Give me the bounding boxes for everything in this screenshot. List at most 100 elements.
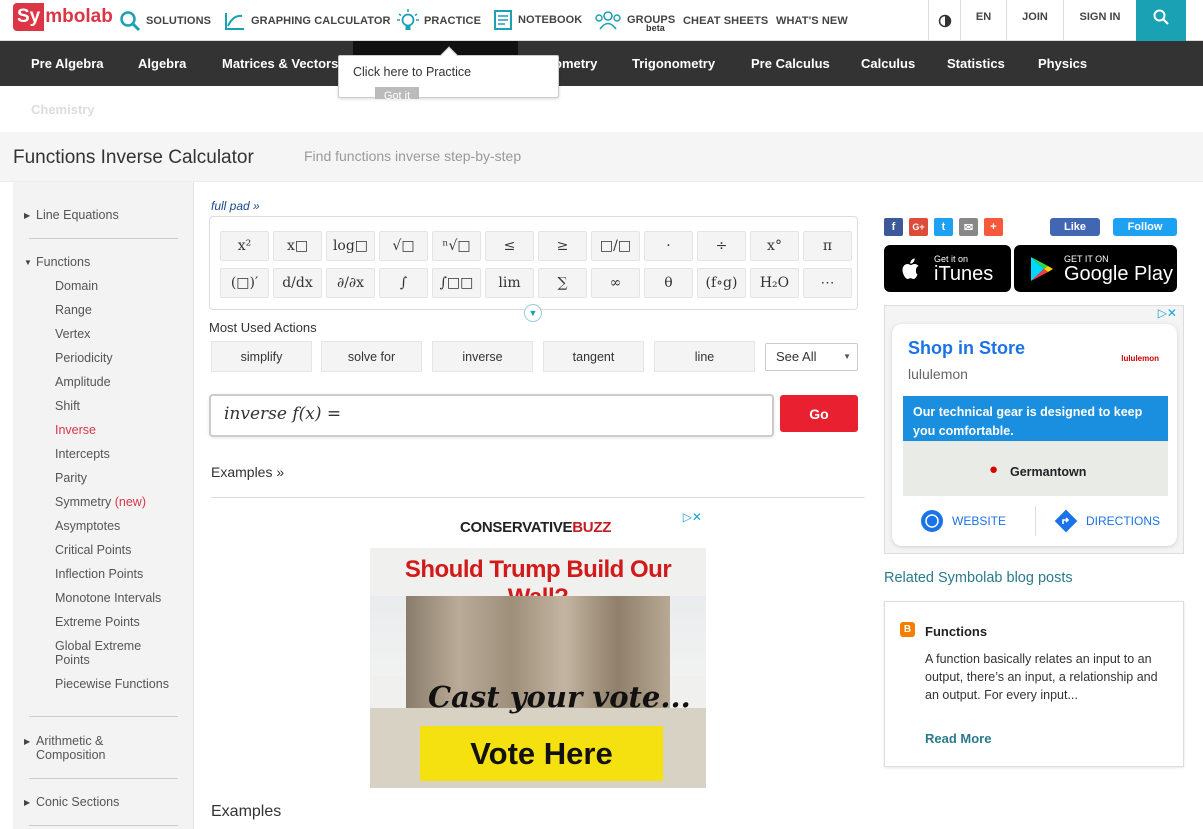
- keypad-key[interactable]: θ: [644, 268, 693, 298]
- nav-graphing-calculator[interactable]: GRAPHING CALCULATOR: [224, 0, 391, 41]
- keypad-key[interactable]: (□)′: [220, 268, 269, 298]
- sidebar-conic-sections[interactable]: ▶ Conic Sections: [24, 795, 119, 809]
- join-button[interactable]: JOIN: [1006, 0, 1063, 41]
- subject-statistics[interactable]: Statistics: [947, 41, 1005, 86]
- ad-choices-icon[interactable]: ▷✕: [683, 510, 702, 524]
- subject-algebra[interactable]: Algebra: [138, 41, 186, 86]
- contrast-toggle[interactable]: [928, 0, 960, 41]
- sidebar-item-periodicity[interactable]: Periodicity: [55, 351, 113, 365]
- keypad-key[interactable]: □/□: [591, 231, 640, 261]
- keypad-key[interactable]: ≥: [538, 231, 587, 261]
- see-all-dropdown[interactable]: See All ▼: [765, 343, 858, 371]
- keypad-key[interactable]: ∑: [538, 268, 587, 298]
- keypad-key[interactable]: ⋯: [803, 268, 852, 298]
- sidebar-item-intercepts[interactable]: Intercepts: [55, 447, 110, 461]
- keypad-key[interactable]: lim: [485, 268, 534, 298]
- nav-solutions[interactable]: SOLUTIONS: [119, 0, 211, 41]
- sign-in-button[interactable]: SIGN IN: [1063, 0, 1136, 41]
- keypad-key[interactable]: ·: [644, 231, 693, 261]
- action-line[interactable]: line: [654, 341, 755, 372]
- keypad-key[interactable]: ∫□□: [432, 268, 481, 298]
- sidebar-item-symmetry[interactable]: Symmetry (new): [55, 495, 146, 509]
- nav-notebook[interactable]: NOTEBOOK: [493, 0, 582, 40]
- sidebar-item-shift[interactable]: Shift: [55, 399, 80, 413]
- keypad-key[interactable]: (f∘g): [697, 268, 746, 298]
- keypad-key[interactable]: ∂/∂x: [326, 268, 375, 298]
- sidebar-arithmetic-line2: Composition: [36, 748, 106, 762]
- examples-link[interactable]: Examples »: [211, 464, 284, 480]
- keypad-key[interactable]: ≤: [485, 231, 534, 261]
- google-plus-share-icon[interactable]: G+: [909, 218, 928, 236]
- action-solve-for[interactable]: solve for: [321, 341, 422, 372]
- sidebar-advertisement[interactable]: ▷✕ Shop in Store lululemon lululemon Our…: [884, 305, 1184, 554]
- action-tangent[interactable]: tangent: [543, 341, 644, 372]
- twitter-share-icon[interactable]: t: [934, 218, 953, 236]
- sidebar-item-critical-points[interactable]: Critical Points: [55, 543, 131, 557]
- chevron-down-icon[interactable]: ▼: [524, 304, 542, 322]
- sidebar-item-extreme-points[interactable]: Extreme Points: [55, 615, 140, 629]
- sidebar-item-domain[interactable]: Domain: [55, 279, 98, 293]
- nav-practice[interactable]: PRACTICE: [397, 0, 481, 41]
- math-input-field[interactable]: inverse f(x) =: [209, 394, 774, 437]
- sidebar-item-parity[interactable]: Parity: [55, 471, 87, 485]
- sidebar-item-inflection-points[interactable]: Inflection Points: [55, 567, 143, 581]
- keypad-key[interactable]: √□: [379, 231, 428, 261]
- sidebar-item-monotone-intervals[interactable]: Monotone Intervals: [55, 591, 161, 605]
- nav-groups[interactable]: GROUPS beta: [594, 0, 675, 40]
- sidebar-item-vertex[interactable]: Vertex: [55, 327, 90, 341]
- ad-website-button[interactable]: WEBSITE: [920, 509, 1006, 533]
- subject-pre-algebra[interactable]: Pre Algebra: [31, 41, 104, 86]
- keypad-key[interactable]: ∫: [379, 268, 428, 298]
- keypad-key[interactable]: H₂O: [750, 268, 799, 298]
- advertisement-banner[interactable]: CONSERVATIVEBUZZ ▷✕ Should Trump Build O…: [370, 508, 706, 788]
- keypad-key[interactable]: ⁿ√□: [432, 231, 481, 261]
- keypad-key[interactable]: ∞: [591, 268, 640, 298]
- blog-title[interactable]: Functions: [925, 624, 987, 639]
- nav-cheat-sheets[interactable]: CHEAT SHEETS: [683, 0, 768, 41]
- symbolab-logo[interactable]: Sy mbolab: [13, 3, 113, 31]
- action-simplify[interactable]: simplify: [211, 341, 312, 372]
- keypad-key[interactable]: π: [803, 231, 852, 261]
- twitter-follow-button[interactable]: Follow: [1113, 218, 1177, 236]
- tooltip-got-it-button[interactable]: Got it: [375, 87, 419, 99]
- sidebar-item-asymptotes[interactable]: Asymptotes: [55, 519, 120, 533]
- facebook-share-icon[interactable]: f: [884, 218, 903, 236]
- sidebar-arithmetic-composition[interactable]: ▶ Arithmetic & Composition: [24, 734, 105, 762]
- action-inverse[interactable]: inverse: [432, 341, 533, 372]
- sidebar-item-inverse[interactable]: Inverse: [55, 423, 96, 437]
- subject-calculus[interactable]: Calculus: [861, 41, 915, 86]
- keypad-key[interactable]: d/dx: [273, 268, 322, 298]
- subject-pre-calculus[interactable]: Pre Calculus: [751, 41, 830, 86]
- google-play-badge[interactable]: GET IT ON Google Play: [1014, 245, 1177, 292]
- sidebar-item-range[interactable]: Range: [55, 303, 92, 317]
- subject-matrices-vectors[interactable]: Matrices & Vectors: [222, 41, 338, 86]
- nav-whats-new[interactable]: WHAT'S NEW: [776, 0, 848, 41]
- keypad-key[interactable]: x²: [220, 231, 269, 261]
- subject-geometry[interactable]: ometry: [554, 41, 597, 86]
- ad-directions-button[interactable]: DIRECTIONS: [1054, 509, 1160, 533]
- language-selector[interactable]: EN: [960, 0, 1006, 41]
- itunes-badge[interactable]: Get it on iTunes: [884, 245, 1011, 292]
- sidebar-item-piecewise-functions[interactable]: Piecewise Functions: [55, 677, 169, 691]
- sidebar-item-global-extreme-points[interactable]: Global Extreme Points: [55, 639, 165, 667]
- go-button[interactable]: Go: [780, 395, 858, 432]
- ad-choices-icon[interactable]: ▷✕: [1158, 306, 1177, 320]
- full-pad-link[interactable]: full pad »: [211, 199, 260, 213]
- email-share-icon[interactable]: ✉: [959, 218, 978, 236]
- sidebar-line-equations[interactable]: ▶ Line Equations: [24, 208, 119, 222]
- subject-physics[interactable]: Physics: [1038, 41, 1087, 86]
- search-button[interactable]: [1136, 0, 1186, 41]
- sidebar-item-amplitude[interactable]: Amplitude: [55, 375, 111, 389]
- keypad-key[interactable]: x°: [750, 231, 799, 261]
- sidebar-functions[interactable]: ▼ Functions: [24, 255, 90, 269]
- ad-brand: lululemon: [908, 366, 968, 382]
- ad-vote-button[interactable]: Vote Here: [420, 726, 663, 781]
- facebook-like-button[interactable]: Like: [1050, 218, 1100, 236]
- subject-chemistry[interactable]: Chemistry: [31, 102, 95, 117]
- more-share-icon[interactable]: +: [984, 218, 1003, 236]
- keypad-key[interactable]: ÷: [697, 231, 746, 261]
- keypad-key[interactable]: log□: [326, 231, 375, 261]
- read-more-link[interactable]: Read More: [925, 731, 991, 746]
- subject-trigonometry[interactable]: Trigonometry: [632, 41, 715, 86]
- keypad-key[interactable]: x□: [273, 231, 322, 261]
